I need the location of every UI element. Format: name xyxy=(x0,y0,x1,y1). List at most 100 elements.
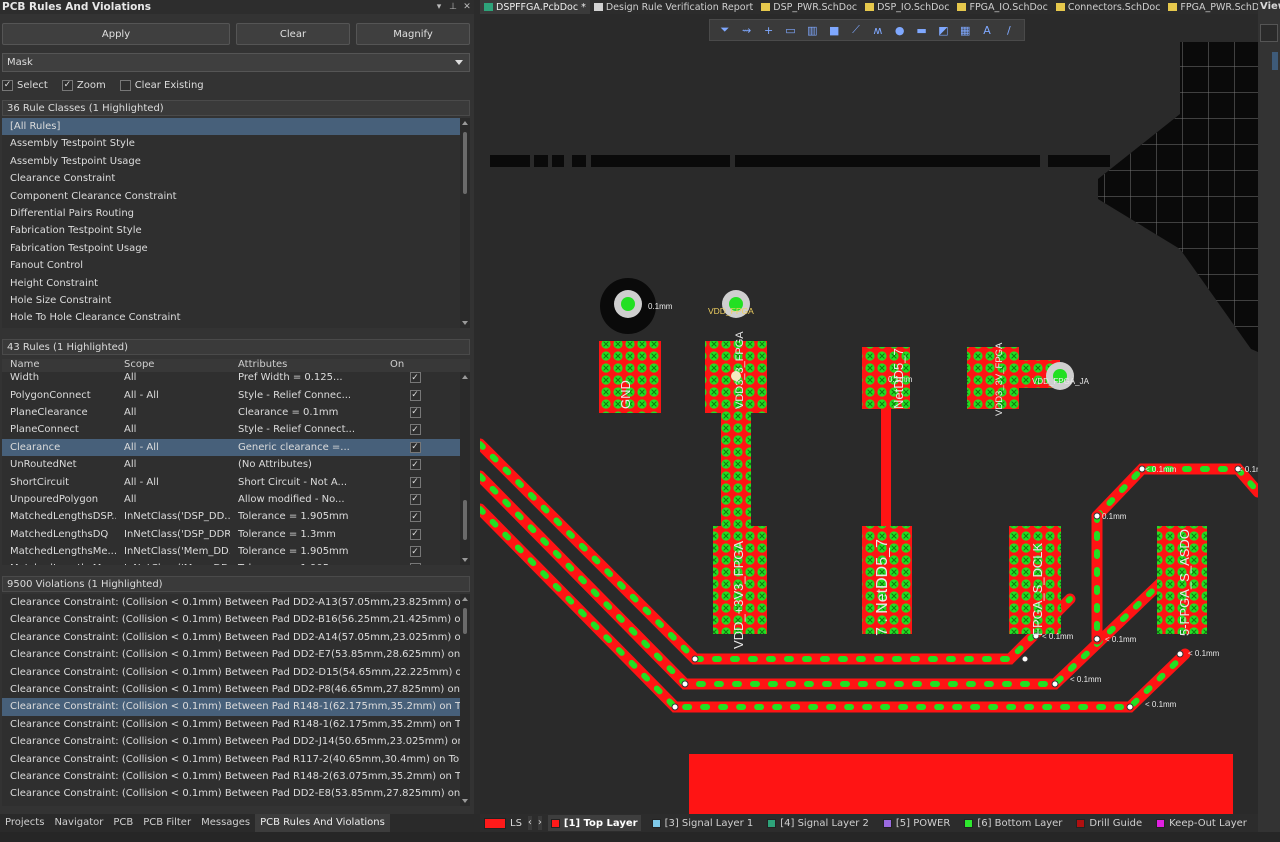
violation-item[interactable]: Clearance Constraint: (Collision < 0.1mm… xyxy=(2,768,470,785)
layer-tab[interactable]: [5] POWER xyxy=(880,815,953,831)
rule-row[interactable]: ShortCircuit All - All Short Circuit - Not… xyxy=(2,473,470,490)
scroll-up-icon[interactable] xyxy=(462,121,468,125)
pin-icon[interactable]: ⊥ xyxy=(446,2,460,12)
rule-classes-scrollbar[interactable] xyxy=(460,118,470,328)
violation-item[interactable]: Clearance Constraint: (Collision < 0.1mm… xyxy=(2,733,470,750)
rule-row[interactable]: PlaneClearance All Clearance = 0.1mm ✓ xyxy=(2,404,470,421)
rule-row[interactable]: Width All Pref Width = 0.125... ✓ xyxy=(2,372,470,386)
violation-item[interactable]: Clearance Constraint: (Collision < 0.1mm… xyxy=(2,611,470,628)
violation-item[interactable]: Clearance Constraint: (Collision < 0.1mm… xyxy=(2,594,470,611)
rule-enabled-checkbox[interactable]: ✓ xyxy=(409,441,421,453)
panel-tab[interactable]: Navigator xyxy=(49,814,108,832)
document-tab[interactable]: Design Rule Verification Report xyxy=(590,0,757,14)
layer-tab[interactable]: [3] Signal Layer 1 xyxy=(649,815,757,831)
magnify-button[interactable]: Magnify xyxy=(356,23,470,45)
rule-classes-list[interactable]: [All Rules] Assembly Testpoint Style Assem… xyxy=(2,118,470,328)
zoom-checkbox[interactable]: ✓ xyxy=(61,79,73,91)
document-tab[interactable]: DSP_PWR.SchDoc xyxy=(757,0,861,14)
scroll-down-icon[interactable] xyxy=(462,799,468,803)
diff-pair-icon[interactable]: ʍ xyxy=(871,23,885,37)
rule-row[interactable]: Clearance All - All Generic clearance =...… xyxy=(2,438,470,456)
pcb-canvas[interactable]: GND VDD_FPGA VDD3_3_FPGA VDD_+3V3_FPGA N… xyxy=(480,14,1258,814)
rule-class-item[interactable]: Hole To Hole Clearance Constraint xyxy=(2,309,470,326)
add-icon[interactable]: + xyxy=(762,23,776,37)
violation-item[interactable]: Clearance Constraint: (Collision < 0.1mm… xyxy=(2,751,470,768)
scroll-down-icon[interactable] xyxy=(462,321,468,325)
panel-tab[interactable]: PCB xyxy=(108,814,138,832)
violations-scrollbar[interactable] xyxy=(460,594,470,806)
document-tab[interactable]: Connectors.SchDoc xyxy=(1052,0,1165,14)
text-icon[interactable]: A xyxy=(980,23,994,37)
layer-scroll-right[interactable]: › xyxy=(537,816,542,830)
rule-class-item[interactable]: [All Rules] xyxy=(2,118,470,136)
filter-icon[interactable]: ⏷ xyxy=(718,23,732,37)
rule-row[interactable]: MatchedLengthsMe...InNetClass('Mem_DD...… xyxy=(2,560,470,565)
layer-scroll-left[interactable]: ‹ xyxy=(527,816,532,830)
rule-row[interactable]: MatchedLengthsDSP... InNetClass('DSP_DD..… xyxy=(2,508,470,525)
align-icon[interactable]: ▥ xyxy=(805,23,819,37)
panel-menu-icon[interactable]: ▾ xyxy=(432,2,446,12)
panel-tab[interactable]: Projects xyxy=(0,814,49,832)
close-icon[interactable]: ✕ xyxy=(460,2,474,12)
view-button[interactable] xyxy=(1272,52,1278,70)
rule-enabled-checkbox[interactable]: ✓ xyxy=(409,546,421,558)
rule-enabled-checkbox[interactable]: ✓ xyxy=(409,424,421,436)
col-scope[interactable]: Scope xyxy=(116,359,230,372)
violations-list[interactable]: Clearance Constraint: (Collision < 0.1mm… xyxy=(2,594,470,806)
col-name[interactable]: Name xyxy=(2,359,116,372)
rule-class-item[interactable]: Assembly Testpoint Style xyxy=(2,135,470,152)
clear-button[interactable]: Clear xyxy=(236,23,350,45)
violation-item[interactable]: Clearance Constraint: (Collision < 0.1mm… xyxy=(2,716,470,733)
rule-class-item[interactable]: Hole Size Constraint xyxy=(2,292,470,309)
fill-icon[interactable]: ▬ xyxy=(915,23,929,37)
region-icon[interactable]: ◩ xyxy=(936,23,950,37)
rule-enabled-checkbox[interactable]: ✓ xyxy=(409,528,421,540)
rule-class-item[interactable]: Fabrication Testpoint Usage xyxy=(2,240,470,257)
search-input[interactable] xyxy=(1260,24,1278,42)
rule-row[interactable]: PlaneConnect All Style - Relief Connect...… xyxy=(2,421,470,438)
scroll-up-icon[interactable] xyxy=(462,375,468,379)
select-checkbox[interactable]: ✓ xyxy=(2,79,13,91)
panel-tab[interactable]: PCB Filter xyxy=(138,814,196,832)
rule-row[interactable]: UnpouredPolygon All Allow modified - No...… xyxy=(2,491,470,508)
mask-mode-select[interactable]: Mask xyxy=(2,53,470,72)
component-icon[interactable]: ■ xyxy=(827,23,841,37)
scroll-thumb[interactable] xyxy=(463,132,467,194)
scroll-up-icon[interactable] xyxy=(462,597,468,601)
rules-scrollbar[interactable] xyxy=(460,372,470,565)
rule-enabled-checkbox[interactable]: ✓ xyxy=(409,563,421,565)
layer-tab[interactable]: Drill Guide xyxy=(1073,815,1145,831)
rule-enabled-checkbox[interactable]: ✓ xyxy=(409,511,421,523)
rule-row[interactable]: PolygonConnect All - All Style - Relief Co… xyxy=(2,386,470,403)
rule-enabled-checkbox[interactable]: ✓ xyxy=(409,493,421,505)
col-attributes[interactable]: Attributes xyxy=(230,359,390,372)
rule-class-item[interactable]: Assembly Testpoint Usage xyxy=(2,153,470,170)
rule-enabled-checkbox[interactable]: ✓ xyxy=(409,406,421,418)
layer-tab[interactable]: Keep-Out Layer xyxy=(1153,815,1250,831)
document-tab[interactable]: FPGA_IO.SchDoc xyxy=(953,0,1051,14)
col-on[interactable]: On xyxy=(390,359,440,372)
rule-enabled-checkbox[interactable]: ✓ xyxy=(409,372,421,384)
document-tab[interactable]: DSP_IO.SchDoc xyxy=(861,0,953,14)
dimension-icon[interactable]: ▦ xyxy=(958,23,972,37)
copper-pour[interactable] xyxy=(689,754,1233,814)
scroll-thumb[interactable] xyxy=(463,608,467,634)
rule-enabled-checkbox[interactable]: ✓ xyxy=(409,476,421,488)
scroll-down-icon[interactable] xyxy=(462,558,468,562)
panel-tab[interactable]: Messages xyxy=(196,814,255,832)
panel-tab[interactable]: PCB Rules And Violations xyxy=(255,814,390,832)
violation-item[interactable]: Clearance Constraint: (Collision < 0.1mm… xyxy=(2,681,470,698)
apply-button[interactable]: Apply xyxy=(2,23,230,45)
layer-tab[interactable]: [6] Bottom Layer xyxy=(961,815,1065,831)
pad-icon[interactable]: ● xyxy=(893,23,907,37)
rule-class-item[interactable]: Differential Pairs Routing xyxy=(2,205,470,222)
violation-item[interactable]: Clearance Constraint: (Collision < 0.1mm… xyxy=(2,664,470,681)
rule-class-item[interactable]: Fabrication Testpoint Style xyxy=(2,222,470,239)
current-layer-swatch[interactable]: LS xyxy=(484,817,522,829)
rules-list[interactable]: Width All Pref Width = 0.125... ✓ PolygonCon… xyxy=(2,372,470,565)
rule-enabled-checkbox[interactable]: ✓ xyxy=(409,459,421,471)
clear-existing-checkbox[interactable] xyxy=(119,79,131,91)
violation-item[interactable]: Clearance Constraint: (Collision < 0.1mm… xyxy=(2,629,470,646)
interactive-route-icon[interactable]: ⟋ xyxy=(849,23,863,37)
layer-tab[interactable]: [4] Signal Layer 2 xyxy=(764,815,872,831)
